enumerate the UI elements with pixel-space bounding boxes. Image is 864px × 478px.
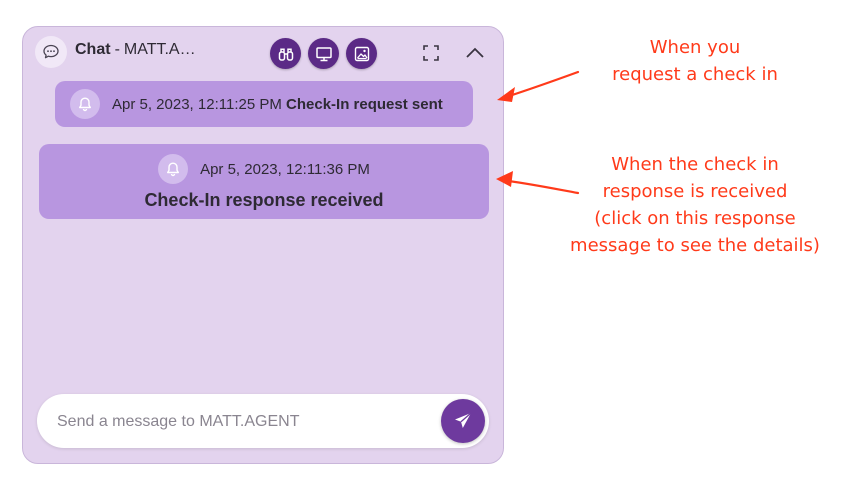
annotation-line: When you (649, 37, 741, 58)
request-arrow (497, 70, 580, 102)
annotation-line: request a check in (612, 64, 778, 85)
request-annotation: When you request a check in (590, 34, 800, 88)
annotation-line: response is received (602, 181, 788, 202)
annotation-line: When the check in (611, 154, 779, 175)
response-annotation: When the check in response is received (… (555, 151, 835, 259)
annotation-line: message to see the details) (570, 235, 820, 256)
annotation-line: (click on this response (594, 208, 796, 229)
